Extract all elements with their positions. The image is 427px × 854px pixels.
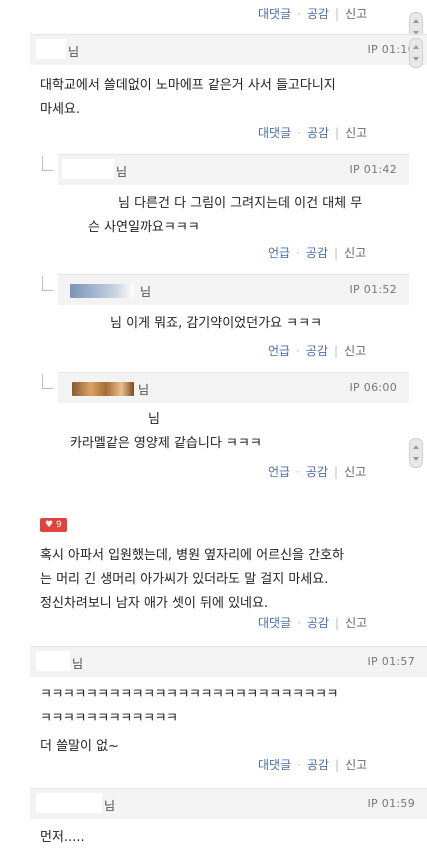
comment-actions-top: 대댓글 · 공감 | 신고	[258, 5, 367, 22]
mention-button[interactable]: 언급	[268, 244, 290, 261]
like-button[interactable]: 공감	[307, 614, 329, 631]
comment-body: 혹시 아파서 입원했는데, 병원 옆자리에 어르신을 간호하 는 머리 긴 생머…	[40, 548, 345, 611]
separator: |	[335, 616, 340, 630]
comment-header: 님 IP 01:57	[30, 646, 427, 677]
separator: ·	[297, 7, 301, 21]
comment-ip-time: IP 01:10	[367, 43, 415, 56]
report-button[interactable]: 신고	[345, 5, 367, 22]
user-avatar-icon	[70, 284, 134, 298]
comment-ip-time: IP 01:57	[367, 655, 415, 668]
separator: ·	[296, 344, 300, 358]
reply-button[interactable]: 대댓글	[258, 5, 291, 22]
comment-header: 님 IP 01:59	[30, 788, 427, 819]
like-button[interactable]: 공감	[306, 244, 328, 261]
report-button[interactable]: 신고	[344, 244, 366, 261]
comment-body: 님 다른건 다 그림이 그려지는데 이건 대체 무 슨 사연일까요ㅋㅋㅋ	[88, 196, 363, 235]
comment-body: ㅋㅋㅋㅋㅋㅋㅋㅋㅋㅋㅋㅋㅋㅋㅋㅋㅋㅋㅋㅋㅋㅋㅋㅋㅋㅋ ㅋㅋㅋㅋㅋㅋㅋㅋㅋㅋㅋㅋ …	[40, 687, 338, 754]
like-button[interactable]: 공감	[306, 342, 328, 359]
redacted-username	[36, 39, 66, 59]
comment-body: 먼저.....	[40, 830, 85, 845]
separator: |	[335, 758, 340, 772]
reply-indent-icon	[42, 374, 53, 389]
like-button[interactable]: 공감	[307, 5, 329, 22]
reply-indent-icon	[42, 276, 53, 291]
scroll-handle[interactable]	[409, 438, 423, 468]
separator: |	[334, 465, 339, 479]
reply-button[interactable]: 대댓글	[258, 614, 291, 631]
comment-ip-time: IP 01:59	[367, 797, 415, 810]
redacted-username	[62, 159, 114, 179]
comment-author[interactable]: 님	[140, 283, 151, 300]
separator: ·	[297, 616, 301, 630]
reply-indent-icon	[42, 156, 53, 171]
separator: ·	[297, 758, 301, 772]
report-button[interactable]: 신고	[345, 124, 367, 141]
comment-actions: 대댓글 · 공감 | 신고	[258, 756, 367, 773]
reply-button[interactable]: 대댓글	[258, 124, 291, 141]
comment-ip-time: IP 01:52	[349, 283, 397, 296]
comment-body: 님 이게 뭐죠, 감기약이었던가요 ㅋㅋㅋ	[110, 316, 323, 331]
comment-actions: 대댓글 · 공감 | 신고	[258, 124, 367, 141]
scroll-handle[interactable]	[409, 38, 423, 68]
report-button[interactable]: 신고	[344, 342, 366, 359]
comment-actions: 대댓글 · 공감 | 신고	[258, 614, 367, 631]
heart-icon: ♥	[45, 520, 54, 530]
comment-author[interactable]: 님	[116, 163, 127, 180]
separator: ·	[296, 465, 300, 479]
report-button[interactable]: 신고	[344, 463, 366, 480]
like-count: 9	[55, 520, 62, 530]
separator: |	[334, 246, 339, 260]
comment-author[interactable]: 님	[104, 797, 115, 814]
separator: ·	[297, 126, 301, 140]
comment-header: 님 IP 01:42	[58, 154, 409, 185]
redacted-username	[36, 793, 102, 813]
user-avatar-icon	[72, 382, 134, 396]
separator: |	[335, 7, 340, 21]
comment-body: 님 카라멜같은 영양제 같습니다 ㅋㅋㅋ	[70, 412, 262, 451]
comment-author[interactable]: 님	[68, 43, 79, 60]
separator: |	[334, 344, 339, 358]
comment-header: 님 IP 06:00	[58, 372, 409, 403]
mention-button[interactable]: 언급	[268, 342, 290, 359]
comment-actions: 언급 · 공감 | 신고	[268, 463, 366, 480]
comment-author[interactable]: 님	[138, 381, 149, 398]
comment-actions: 언급 · 공감 | 신고	[268, 342, 366, 359]
redacted-username	[36, 651, 70, 671]
report-button[interactable]: 신고	[345, 614, 367, 631]
separator: ·	[296, 246, 300, 260]
comment-body: 대학교에서 쓸데없이 노마에프 같은거 사서 들고다니지 마세요.	[40, 78, 336, 117]
reply-button[interactable]: 대댓글	[258, 756, 291, 773]
comment-header: 님 IP 01:10	[30, 34, 427, 65]
comment-actions: 언급 · 공감 | 신고	[268, 244, 366, 261]
comment-ip-time: IP 06:00	[349, 381, 397, 394]
like-button[interactable]: 공감	[306, 463, 328, 480]
like-button[interactable]: 공감	[307, 124, 329, 141]
comment-ip-time: IP 01:42	[349, 163, 397, 176]
comment-header: 님 IP 01:52	[58, 274, 409, 305]
separator: |	[335, 126, 340, 140]
like-count-badge: ♥ 9	[40, 518, 67, 532]
mention-button[interactable]: 언급	[268, 463, 290, 480]
comment-author[interactable]: 님	[72, 655, 83, 672]
like-button[interactable]: 공감	[307, 756, 329, 773]
report-button[interactable]: 신고	[345, 756, 367, 773]
